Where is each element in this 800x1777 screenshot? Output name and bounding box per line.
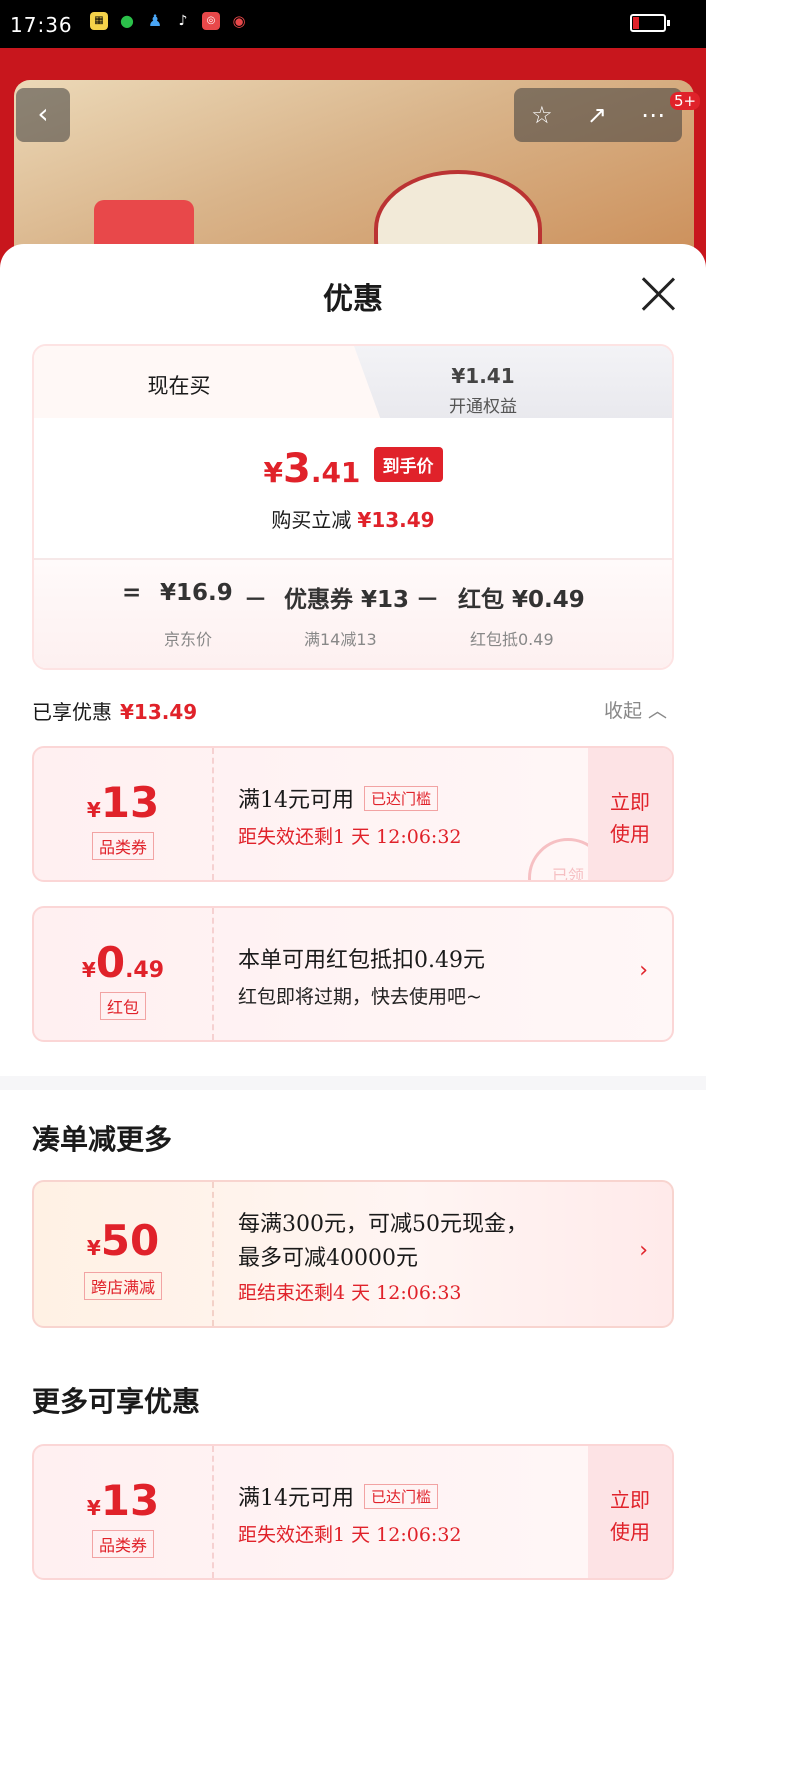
coupon-countdown: 距失效还剩1 天 12:06:32 (238, 1524, 462, 1546)
final-price-yen: ¥ (263, 456, 283, 489)
redpacket-kind: 红包 (99, 992, 147, 1020)
coupon-card: ¥13 品类券 满14元可用 已达门槛 距失效还剩1 天 12:06:32 已领 … (32, 746, 674, 882)
sheet-title: 优惠 (323, 282, 383, 317)
redpacket-decimal: .49 (125, 958, 165, 983)
battery-icon (630, 14, 670, 32)
price-formula: = ¥16.9 － 优惠券 ¥13 － 红包 ¥0.49 京东价 满14减13 … (34, 560, 672, 668)
status-time: 17:36 (10, 13, 73, 37)
coupon-amount-area: ¥13 品类券 (34, 1446, 214, 1578)
saved-amount: 购买立减 ¥13.49 (34, 504, 672, 533)
formula-redpacket: 红包 ¥0.49 (458, 587, 585, 613)
vip-label: 开通权益 (449, 397, 517, 417)
close-icon[interactable] (640, 276, 676, 312)
formula-jd-price-caption: 京东价 (164, 630, 213, 649)
enjoyed-label: 已享优惠 (32, 700, 112, 724)
section-divider (0, 1076, 706, 1090)
cross-store-amount-area: ¥50 跨店满减 (34, 1182, 214, 1326)
formula-minus-2: － (416, 587, 439, 613)
use-now-button[interactable]: 立即使用 (588, 748, 672, 880)
tab-buy-now[interactable]: 现在买 (34, 346, 324, 418)
extra-discount-title: 更多可享优惠 (32, 1385, 201, 1418)
tab-vip-benefits[interactable]: ¥1.41 开通权益 (294, 346, 672, 418)
formula-jd-price: ¥16.9 (160, 580, 233, 606)
coupon-countdown: 距失效还剩1 天 12:06:32 (238, 826, 462, 848)
coupon-yen: ¥ (86, 1496, 101, 1520)
coupon-condition: 满14元可用 (238, 1486, 354, 1511)
threshold-chip: 已达门槛 (364, 786, 439, 811)
cross-store-max: 最多可减40000元 (238, 1246, 418, 1271)
redpacket-hint: 红包即将过期，快去使用吧~ (238, 986, 482, 1008)
coupon-amount: 13 (100, 1476, 160, 1525)
coupon-amount-area: ¥13 品类券 (34, 748, 214, 880)
use-now-button[interactable]: 立即使用 (588, 1446, 672, 1578)
back-button[interactable]: ‹ (16, 88, 70, 142)
redpacket-amount-area: ¥0.49 红包 (34, 908, 214, 1040)
share-icon[interactable]: ↗ (587, 101, 607, 129)
weibo-icon: ◉ (232, 12, 246, 30)
threshold-chip: 已达门槛 (364, 1484, 439, 1509)
redpacket-yen: ¥ (81, 958, 96, 982)
coupon-kind: 品类券 (91, 832, 155, 860)
qq-icon: ♟ (147, 11, 163, 30)
final-price-tag: 到手价 (373, 447, 443, 482)
chevron-right-icon[interactable]: › (639, 958, 648, 983)
favorite-star-icon[interactable]: ☆ (531, 101, 553, 129)
saved-label: 购买立减 (271, 508, 352, 532)
final-price: ¥3.41 到手价 (34, 446, 672, 492)
redpacket-desc: 本单可用红包抵扣0.49元 (238, 948, 485, 973)
chevron-right-icon[interactable]: › (639, 1238, 648, 1263)
cross-store-countdown: 距结束还剩4 天 12:06:33 (238, 1282, 462, 1304)
cross-store-kind: 跨店满减 (83, 1272, 163, 1300)
coupon-card: ¥13 品类券 满14元可用 已达门槛 距失效还剩1 天 12:06:32 立即使… (32, 1444, 674, 1580)
enjoyed-discount-header: 已享优惠 ¥13.49 (32, 696, 197, 725)
collapse-button[interactable]: 收起 ︿ (604, 696, 667, 723)
coupon-kind: 品类券 (91, 1530, 155, 1558)
final-price-decimal: .41 (310, 456, 361, 489)
saved-value: ¥13.49 (357, 508, 435, 532)
wechat-icon: ● (120, 11, 134, 30)
formula-coupon-caption: 满14减13 (304, 630, 377, 649)
formula-equals: = (122, 580, 142, 606)
cross-store-card[interactable]: ¥50 跨店满减 每满300元，可减50元现金， 最多可减40000元 距结束还… (32, 1180, 674, 1328)
notification-icons: ▦ ● ♟ ♪ ◎ ◉ (90, 12, 248, 30)
formula-redpacket-caption: 红包抵0.49 (470, 630, 554, 649)
vip-price: ¥1.41 (451, 364, 515, 388)
tiktok-icon: ♪ (178, 13, 188, 29)
coupon-condition: 满14元可用 (238, 788, 354, 813)
cross-store-amount: 50 (100, 1216, 160, 1265)
enjoyed-amount: ¥13.49 (120, 700, 198, 724)
formula-minus-1: － (244, 587, 267, 613)
status-bar: 17:36 ▦ ● ♟ ♪ ◎ ◉ (0, 0, 706, 48)
message-count-badge: 5+ (670, 92, 701, 110)
use-now-label: 立即使用 (610, 1488, 650, 1544)
redpacket-card[interactable]: ¥0.49 红包 本单可用红包抵扣0.49元 红包即将过期，快去使用吧~ › (32, 906, 674, 1042)
redpacket-amount: 0 (95, 938, 126, 987)
more-icon[interactable]: ⋯ (641, 101, 665, 129)
music-app-icon: ◎ (202, 12, 220, 30)
more-discount-title: 凑单减更多 (32, 1123, 173, 1156)
news-app-icon: ▦ (90, 12, 108, 30)
top-action-group: ☆ ↗ ⋯ (514, 88, 682, 142)
discount-sheet: 优惠 ¥1.41 开通权益 现在买 ¥3.41 到手价 购买立减 ¥13.49 =… (0, 244, 706, 1580)
cross-store-yen: ¥ (86, 1236, 101, 1260)
formula-coupon: 优惠券 ¥13 (284, 587, 410, 613)
price-calculator: ¥1.41 开通权益 现在买 ¥3.41 到手价 购买立减 ¥13.49 = ¥1… (32, 344, 674, 670)
coupon-amount: 13 (100, 778, 160, 827)
final-price-integer: 3 (282, 446, 311, 492)
cross-store-rule: 每满300元，可减50元现金， (238, 1212, 528, 1237)
coupon-yen: ¥ (86, 798, 101, 822)
use-now-label: 立即使用 (610, 790, 650, 846)
tab-buy-now-label: 现在买 (147, 374, 211, 398)
